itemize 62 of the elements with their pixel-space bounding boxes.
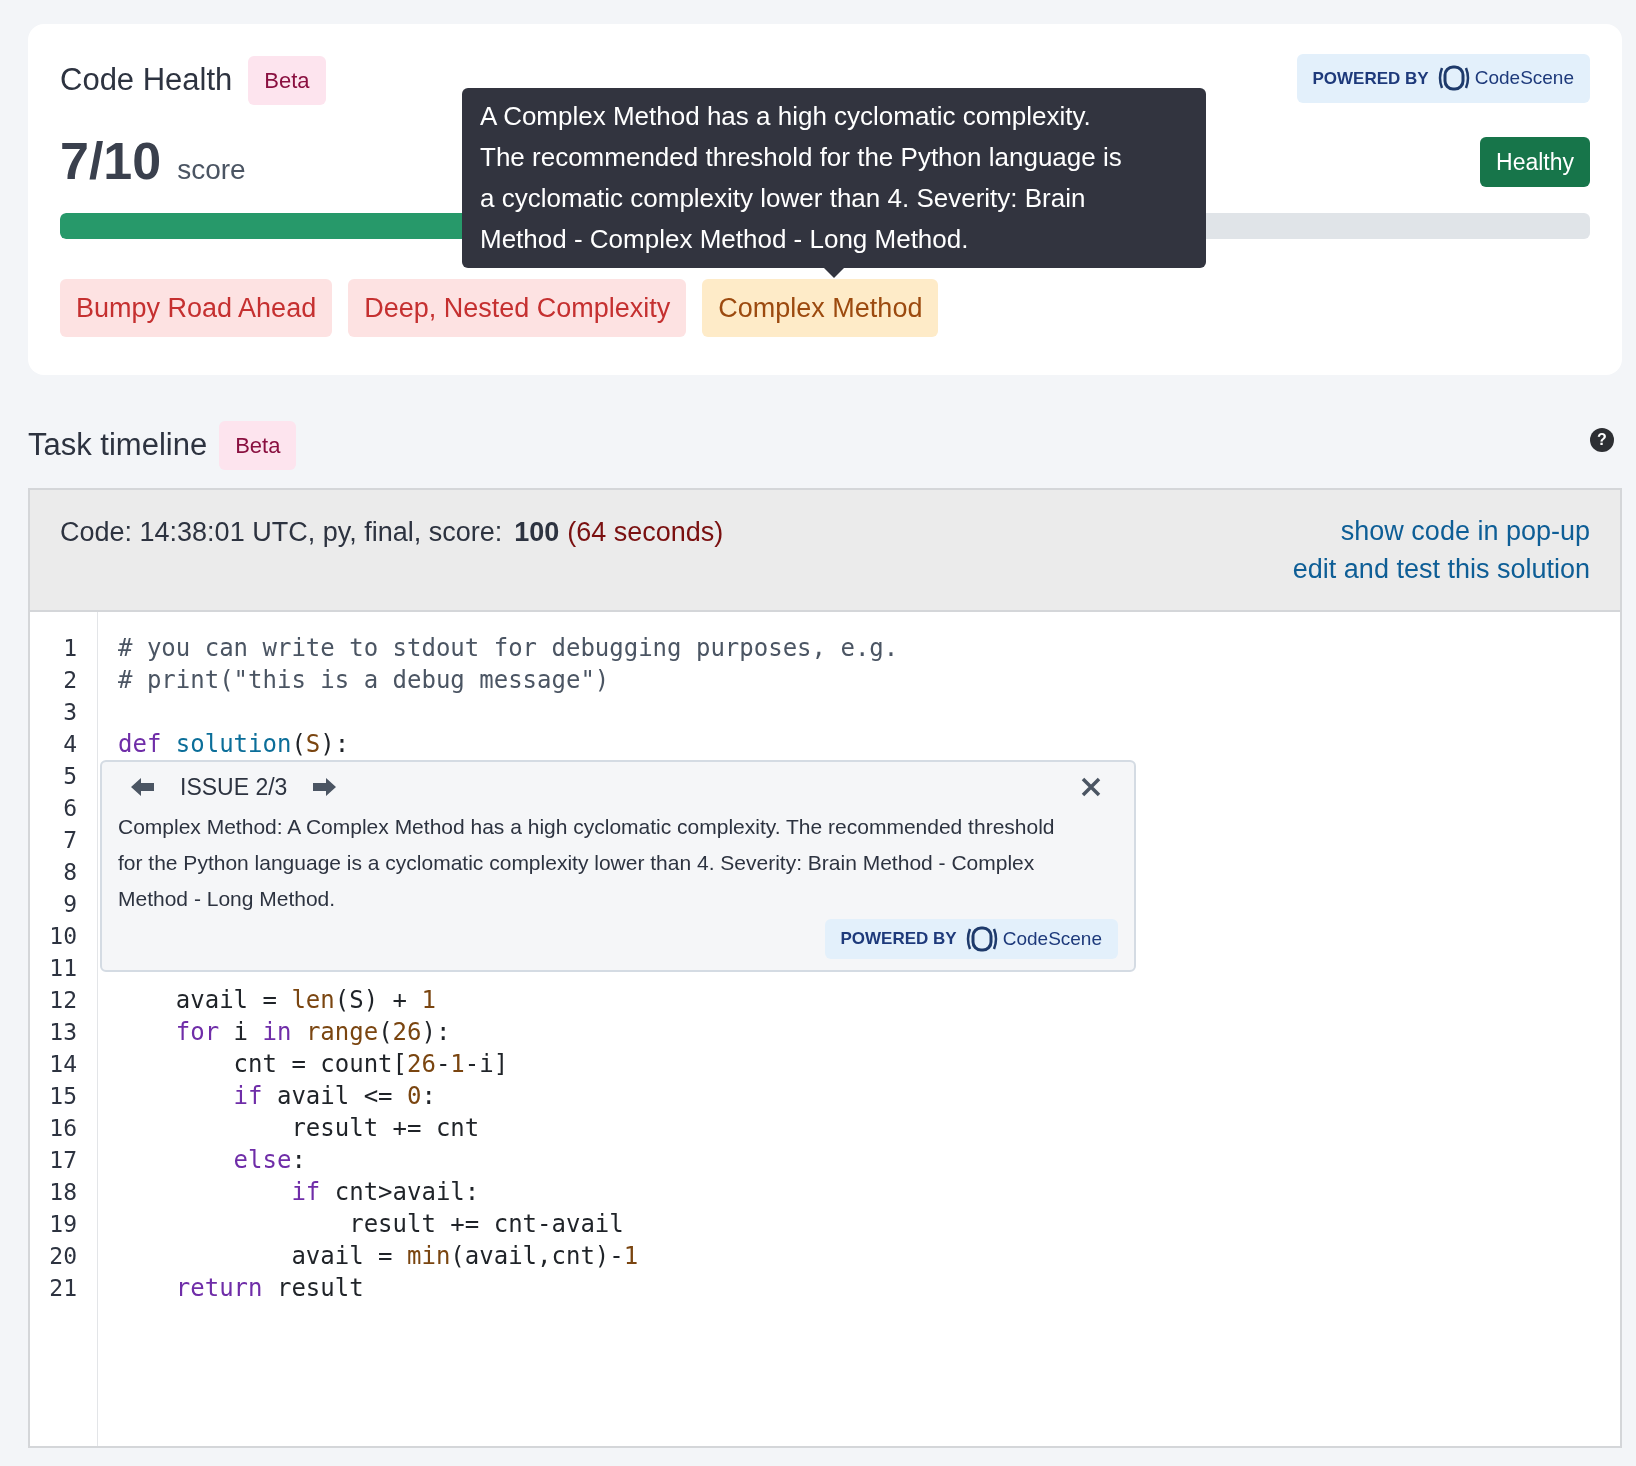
score-value: 7/10 <box>60 135 162 187</box>
code-line: result += cnt-avail <box>348 1209 624 1240</box>
code-line: else: <box>232 1145 306 1176</box>
line-number: 18 <box>49 1178 77 1207</box>
line-number: 5 <box>63 762 77 791</box>
code-line: # you can write to stdout for debugging purposes, e.g. <box>118 633 899 664</box>
section-title: Task timeline <box>28 426 208 465</box>
code-line: if cnt>avail: <box>290 1177 480 1208</box>
section-title: Code Health <box>60 61 233 100</box>
arrow-left-icon[interactable] <box>130 776 156 799</box>
line-number: 9 <box>63 890 77 919</box>
issue-counter: ISSUE 2/3 <box>180 773 288 802</box>
score-label: score <box>177 153 246 187</box>
line-number: 1 <box>63 634 77 663</box>
line-number: 16 <box>49 1114 77 1143</box>
brand-name: CodeScene <box>1474 66 1574 90</box>
help-icon[interactable]: ? <box>1590 427 1614 452</box>
arrow-right-icon[interactable] <box>311 776 338 799</box>
powered-by-label: POWERED BY <box>840 928 957 950</box>
line-number: 21 <box>49 1274 77 1303</box>
logo-icon <box>1436 65 1471 92</box>
line-number: 17 <box>49 1146 77 1175</box>
line-number: 20 <box>49 1242 77 1271</box>
header-link[interactable]: edit and test this solution <box>1292 550 1590 588</box>
issue-tag[interactable]: Complex Method <box>702 279 939 337</box>
brand-name: CodeScene <box>1002 926 1102 951</box>
submission-info: Code: 14:38:01 UTC, py, final, score: <box>60 516 503 549</box>
beta-badge: Beta <box>248 56 326 105</box>
code-line: for i in range(26): <box>174 1017 451 1048</box>
line-number: 14 <box>49 1050 77 1079</box>
code-line: result += cnt <box>290 1113 480 1144</box>
issue-description: Complex Method: A Complex Method has a high cyclomatic complexity. The recommended threshold for the Python language is a cyclomatic complexity lower than 4. Severity: Brain Method - Complex Method - Long Method. <box>118 813 1056 912</box>
line-number: 19 <box>49 1210 77 1239</box>
line-number: 13 <box>49 1018 77 1047</box>
code-line: return result <box>174 1273 364 1304</box>
powered-by-label: POWERED BY <box>1312 67 1429 90</box>
line-number: 10 <box>49 922 77 951</box>
code-line: avail = min(avail,cnt)-1 <box>290 1241 639 1272</box>
line-number: 11 <box>49 954 77 983</box>
code-line: avail = len(S) + 1 <box>174 985 436 1016</box>
line-number: 12 <box>49 986 77 1015</box>
issue-tag[interactable]: Bumpy Road Ahead <box>60 279 333 337</box>
code-line: def solution(S): <box>118 729 350 760</box>
beta-badge: Beta <box>219 421 297 470</box>
line-number: 15 <box>49 1082 77 1111</box>
close-icon[interactable] <box>1080 776 1102 799</box>
line-number: 7 <box>63 826 77 855</box>
line-number: 8 <box>63 858 77 887</box>
code-line: if avail <= 0: <box>232 1081 436 1112</box>
header-link[interactable]: show code in pop-up <box>1340 512 1590 550</box>
submission-score: 100 <box>514 516 560 549</box>
code-line: # print("this is a debug message") <box>118 665 610 696</box>
line-number: 2 <box>63 666 77 695</box>
code-line: cnt = count[26-1-i] <box>232 1049 509 1080</box>
health-status-badge: Healthy <box>1480 136 1590 187</box>
submission-duration: (64 seconds) <box>567 516 724 549</box>
issue-tag[interactable]: Deep, Nested Complexity <box>348 279 687 337</box>
line-number: 3 <box>63 698 77 727</box>
tooltip-text: A Complex Method has a high cyclomatic complexity. The recommended threshold for the Python language is a cyclomatic complexity lower than 4. Severity: Brain Method - Complex Method - Long Method. <box>480 100 1123 256</box>
line-number: 6 <box>63 794 77 823</box>
logo-icon <box>964 925 999 952</box>
line-number: 4 <box>63 730 77 759</box>
